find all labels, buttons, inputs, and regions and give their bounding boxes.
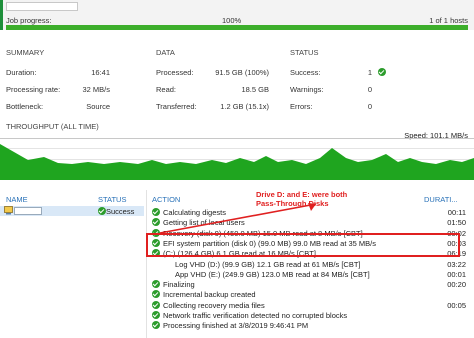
success-icon <box>378 68 386 76</box>
log-entry-duration: 03:22 <box>447 259 466 269</box>
log-entry[interactable]: App VHD (E:) (249.9 GB) 123.0 MB read at… <box>164 269 466 279</box>
log-entry-text: Finalizing <box>163 280 195 290</box>
success-icon <box>152 290 160 299</box>
log-entry[interactable]: Incremental backup created <box>152 289 472 299</box>
name-column-header[interactable]: NAME <box>6 195 28 204</box>
log-entry[interactable]: Processing finished at 3/8/2019 9:46:41 … <box>152 320 472 330</box>
job-progress-label: Job progress: <box>6 16 52 25</box>
duration-value: 16:41 <box>91 68 110 77</box>
throughput-chart <box>0 138 474 180</box>
read-value: 18.5 GB <box>241 85 269 94</box>
success-icon <box>152 321 160 330</box>
log-entry-text: Log VHD (D:) (99.9 GB) 12.1 GB read at 6… <box>175 259 361 269</box>
errors-label: Errors: <box>290 102 313 111</box>
success-icon <box>152 311 160 319</box>
warnings-value: 0 <box>367 85 372 94</box>
log-entry[interactable]: Collecting recovery media files 00:05 <box>152 300 472 310</box>
log-entry-text: Network traffic verification detected no… <box>163 311 348 320</box>
bottleneck-label: Bottleneck: <box>6 102 44 111</box>
processed-label: Processed: <box>156 68 194 77</box>
job-progress-bar <box>6 25 468 30</box>
job-progress-fill <box>6 25 468 30</box>
pane-divider[interactable] <box>146 190 147 338</box>
log-entry-duration: 00:11 <box>447 208 466 217</box>
throughput-area <box>0 144 474 180</box>
processed-value: 91.5 GB (100%) <box>215 68 269 77</box>
accent-bar <box>0 0 3 30</box>
log-entry-text: Incremental backup created <box>163 290 256 300</box>
log-entry[interactable]: Log VHD (D:) (99.9 GB) 12.1 GB read at 6… <box>164 259 466 269</box>
job-progress-panel: Job progress: 100% 1 of 1 hosts <box>0 0 474 30</box>
duration-column-header[interactable]: DURATI... <box>424 195 458 204</box>
transferred-value: 1.2 GB (15.1x) <box>220 102 269 111</box>
status-column-header[interactable]: STATUS <box>98 195 126 204</box>
log-entry-text: Collecting recovery media files <box>163 300 265 310</box>
errors-value: 0 <box>367 102 372 111</box>
log-entry-duration: 00:20 <box>447 280 466 290</box>
log-entry-text: Processing finished at 3/8/2019 9:46:41 … <box>163 321 309 331</box>
success-icon <box>98 207 106 215</box>
processing-rate-label: Processing rate: <box>6 85 61 94</box>
log-entry-duration: 00:05 <box>447 300 466 310</box>
log-entry-text: App VHD (E:) (249.9 GB) 123.0 MB read at… <box>175 269 370 279</box>
object-name-field <box>14 207 42 215</box>
log-entry-duration: 01:50 <box>447 218 466 228</box>
success-label: Success: <box>290 68 321 77</box>
log-entry-duration: 00:01 <box>447 269 466 279</box>
success-value: 1 <box>367 68 372 77</box>
duration-label: Duration: <box>6 68 37 77</box>
throughput-heading: THROUGHPUT (ALL TIME) <box>6 122 99 131</box>
vm-icon <box>4 206 13 215</box>
status-heading: STATUS <box>290 48 319 57</box>
processing-rate-value: 32 MB/s <box>82 85 110 94</box>
hosts-count: 1 of 1 hosts <box>429 16 468 25</box>
annotation-arrow <box>159 203 317 234</box>
read-label: Read: <box>156 85 177 94</box>
summary-heading: SUMMARY <box>6 48 45 57</box>
bottleneck-value: Source <box>86 102 110 111</box>
warnings-label: Warnings: <box>290 85 324 94</box>
log-entry[interactable]: Network traffic verification detected no… <box>152 310 472 320</box>
success-icon <box>152 300 160 309</box>
job-name-field[interactable] <box>6 2 78 11</box>
transferred-label: Transferred: <box>156 102 197 111</box>
object-status: Success <box>106 207 135 216</box>
job-progress-percent: 100% <box>222 16 242 25</box>
data-heading: DATA <box>156 48 175 57</box>
success-icon <box>152 280 160 289</box>
log-entry[interactable]: Finalizing 00:20 <box>152 279 472 289</box>
